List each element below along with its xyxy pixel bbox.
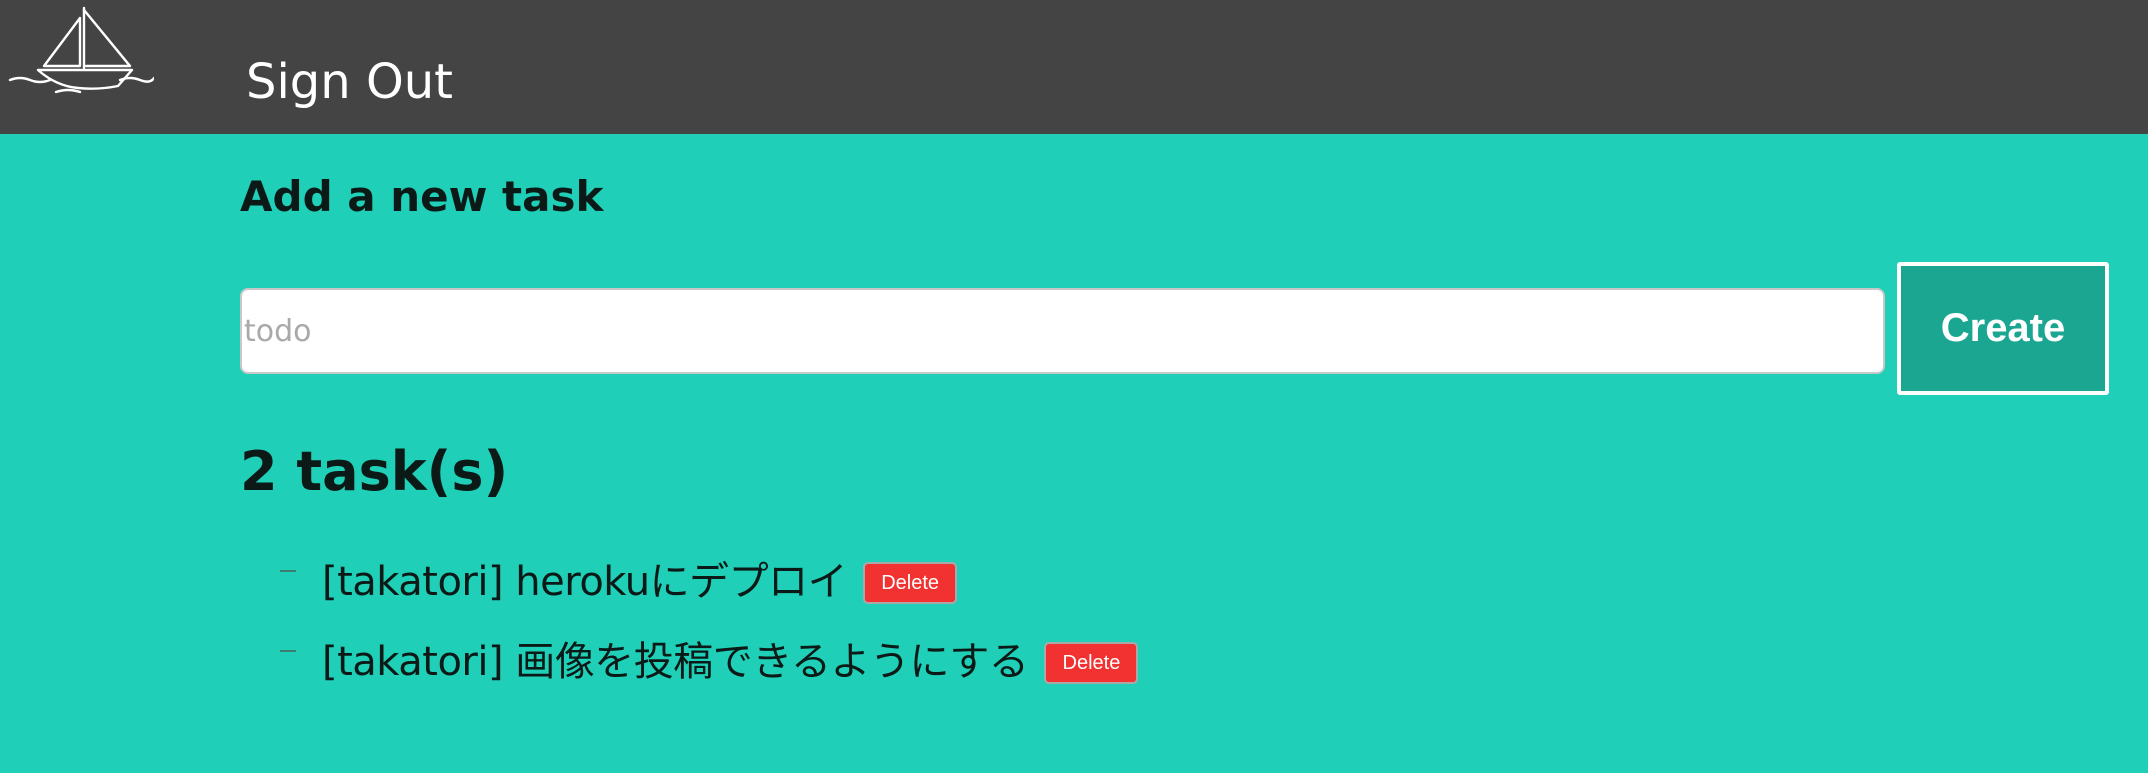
todo-input[interactable] — [240, 288, 1885, 374]
list-bullet — [280, 650, 296, 652]
list-bullet — [280, 570, 296, 572]
sign-out-link[interactable]: Sign Out — [246, 52, 453, 112]
delete-button[interactable]: Delete — [863, 562, 958, 604]
add-task-heading: Add a new task — [240, 172, 604, 221]
task-item: [takatori] herokuにデプロイ Delete — [280, 548, 958, 608]
task-item: [takatori] 画像を投稿できるようにする Delete — [280, 628, 1139, 688]
task-text: [takatori] 画像を投稿できるようにする — [322, 639, 1029, 685]
create-button[interactable]: Create — [1897, 262, 2109, 395]
sailboat-icon[interactable] — [8, 4, 154, 94]
task-count-heading: 2 task(s) — [240, 440, 509, 503]
task-text: [takatori] herokuにデプロイ — [322, 559, 848, 605]
delete-button[interactable]: Delete — [1044, 642, 1139, 684]
top-navbar: Sign Out — [0, 0, 2148, 134]
